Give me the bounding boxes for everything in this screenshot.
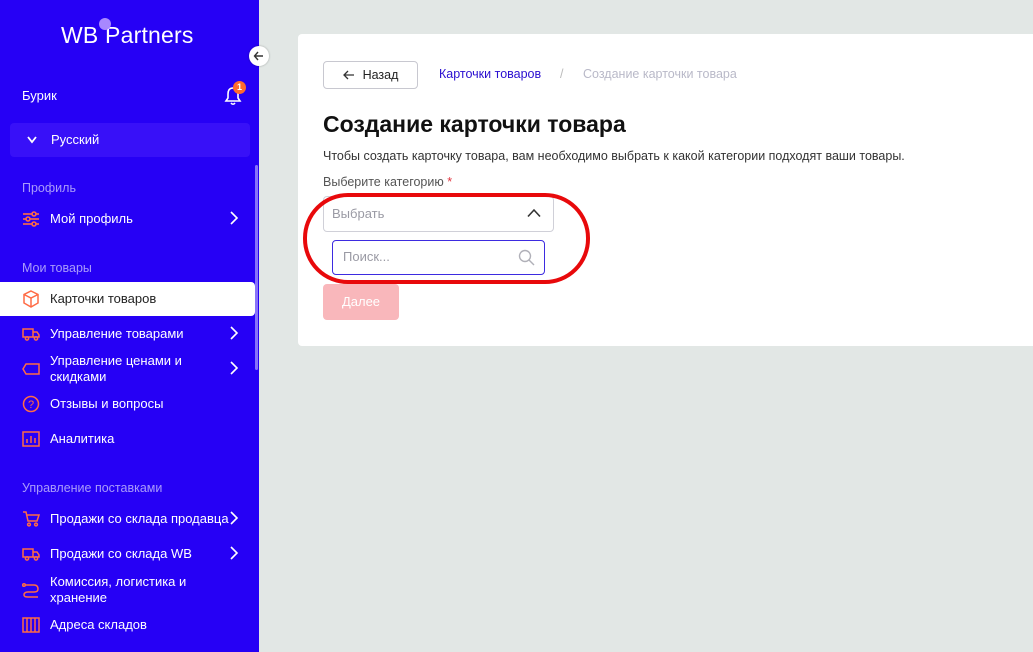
logo[interactable]: WB Partners	[61, 18, 194, 49]
collapse-sidebar-button[interactable]	[249, 46, 269, 66]
section-supplies: Управление поставками	[22, 481, 163, 495]
back-button[interactable]: Назад	[323, 61, 418, 89]
sidebar-item-label: Управление ценами и скидками	[50, 353, 182, 385]
route-icon	[22, 581, 40, 599]
sidebar-item-goods-management[interactable]: Управление товарами	[0, 317, 255, 351]
breadcrumb-separator: /	[560, 67, 564, 81]
category-label-text: Выберите категорию	[323, 175, 444, 189]
search-input[interactable]	[343, 241, 513, 273]
sidebar-item-commission[interactable]: Комиссия, логистика и хранение	[0, 573, 255, 607]
logo-dot	[99, 18, 111, 30]
sidebar-item-warehouse-addresses[interactable]: Адреса складов	[0, 608, 255, 642]
sidebar-scrollbar[interactable]	[255, 165, 258, 370]
category-label: Выберите категорию *	[323, 175, 452, 189]
section-profile: Профиль	[22, 181, 76, 195]
back-label: Назад	[362, 68, 399, 82]
label-line-2: хранение	[50, 590, 108, 605]
sliders-icon	[22, 210, 40, 228]
question-icon: ?	[22, 395, 40, 413]
required-mark: *	[447, 175, 453, 189]
label-line-2: скидками	[50, 369, 107, 384]
chevron-right-icon	[229, 360, 239, 378]
chevron-right-icon	[229, 510, 239, 528]
building-icon	[22, 616, 40, 634]
select-placeholder: Выбрать	[332, 206, 385, 221]
chevron-right-icon	[229, 325, 239, 343]
label-line-1: Управление ценами и	[50, 353, 182, 368]
main-card: Назад Карточки товаров / Создание карточ…	[298, 34, 1033, 346]
category-select[interactable]: Выбрать	[323, 196, 554, 232]
notification-badge: 1	[233, 81, 246, 94]
sidebar-item-label: Продажи со склада продавца	[50, 511, 229, 526]
sidebar-item-seller-warehouse[interactable]: Продажи со склада продавца	[0, 502, 255, 536]
sidebar-item-label: Комиссия, логистика и хранение	[50, 574, 186, 606]
sidebar-item-label: Отзывы и вопросы	[50, 396, 164, 411]
sidebar-item-label: Адреса складов	[50, 617, 147, 632]
logo-partners: Partners	[105, 22, 194, 48]
language-label: Русский	[51, 132, 100, 147]
sidebar-item-label: Мой профиль	[50, 211, 133, 226]
svg-text:?: ?	[28, 399, 34, 411]
user-name[interactable]: Бурик	[22, 88, 57, 103]
search-icon	[518, 249, 535, 266]
sidebar-item-product-cards[interactable]: Карточки товаров	[0, 282, 255, 316]
sidebar-item-label: Продажи со склада WB	[50, 546, 192, 561]
page-description: Чтобы создать карточку товара, вам необх…	[323, 149, 905, 163]
sidebar-item-label: Управление товарами	[50, 326, 184, 341]
cart-icon	[22, 510, 40, 528]
sidebar-item-analytics[interactable]: Аналитика	[0, 422, 255, 456]
breadcrumb-current: Создание карточки товара	[583, 67, 737, 81]
next-button[interactable]: Далее	[323, 284, 399, 320]
chevron-down-icon	[26, 123, 38, 170]
logo-wb: WB	[61, 22, 99, 48]
language-select[interactable]: Русский	[10, 123, 250, 157]
label-line-1: Комиссия, логистика и	[50, 574, 187, 589]
tag-icon	[22, 360, 40, 378]
box-icon	[22, 290, 40, 308]
chevron-right-icon	[229, 210, 239, 228]
category-search[interactable]	[332, 240, 545, 275]
breadcrumb-product-cards[interactable]: Карточки товаров	[439, 67, 541, 81]
page-title: Создание карточки товара	[323, 111, 626, 137]
sidebar-item-wb-warehouse[interactable]: Продажи со склада WB	[0, 537, 255, 571]
analytics-icon	[22, 430, 40, 448]
sidebar-item-reviews[interactable]: ? Отзывы и вопросы	[0, 387, 255, 421]
chevron-right-icon	[229, 545, 239, 563]
section-goods: Мои товары	[22, 261, 92, 275]
chevron-up-icon	[527, 208, 541, 218]
arrow-left-icon	[342, 70, 354, 80]
sidebar-item-my-profile[interactable]: Мой профиль	[0, 202, 255, 236]
sidebar-item-label: Карточки товаров	[50, 291, 157, 306]
sidebar: WB Partners Бурик 1 Русский Профиль Мой …	[0, 0, 259, 652]
truck-icon	[22, 545, 40, 563]
truck-icon	[22, 325, 40, 343]
arrow-left-icon	[253, 51, 263, 61]
sidebar-item-label: Аналитика	[50, 431, 115, 446]
sidebar-item-prices[interactable]: Управление ценами и скидками	[0, 352, 255, 386]
